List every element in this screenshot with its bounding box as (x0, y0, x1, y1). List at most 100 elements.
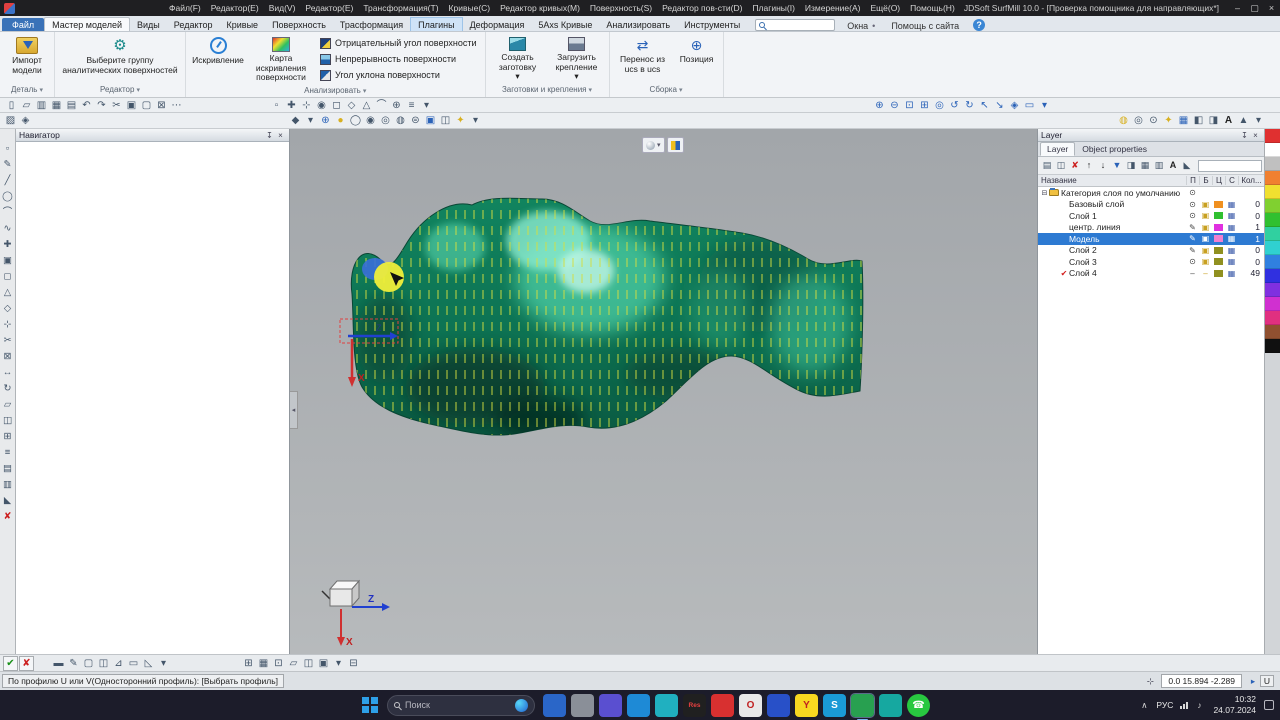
layer-toolbar-icon[interactable]: ↑ (1082, 159, 1096, 172)
layer-row[interactable]: Модель ✎ ▣ ▦ 1 (1038, 233, 1264, 245)
zoom-toolbar-icon[interactable]: ⊕ (872, 99, 887, 112)
display-toolbar-icon[interactable]: A (1221, 114, 1236, 127)
close-panel-icon[interactable]: × (275, 131, 286, 140)
visibility-icon[interactable]: ⊙ (1186, 188, 1199, 197)
group-label-assembly[interactable]: Сборка ▾ (614, 85, 719, 97)
layer-column-header[interactable]: П (1186, 176, 1199, 185)
display-toolbar-icon[interactable]: ▦ (1176, 114, 1191, 127)
render-mode-icon[interactable]: ◯ (348, 114, 363, 127)
ucs-transfer-button[interactable]: ⇄ Перенос из ucs в ucs (614, 34, 672, 85)
layer-name[interactable]: центр. линия (1069, 222, 1186, 232)
layer-row[interactable]: центр. линия ✎ ▣ ▦ 1 (1038, 222, 1264, 234)
palette-color[interactable] (1265, 227, 1280, 241)
layer-row[interactable]: Слой 3 ⊙ ▣ ▦ 0 (1038, 256, 1264, 268)
menu-item[interactable]: Редактор(E) (206, 3, 264, 13)
palette-color[interactable] (1265, 185, 1280, 199)
import-model-button[interactable]: Импорт модели (4, 34, 50, 85)
select-toolbar-icon[interactable]: ◉ (314, 99, 329, 112)
layer-name[interactable]: Слой 2 (1069, 245, 1186, 255)
ribbon-tab[interactable]: Трасформация (333, 18, 410, 31)
display-style-button[interactable]: ▾ (642, 137, 665, 153)
taskbar-search[interactable]: Поиск (387, 694, 535, 716)
windows-menu-link[interactable]: Окна (847, 21, 868, 31)
layer-color-swatch[interactable] (1214, 223, 1223, 231)
palette-color[interactable] (1265, 157, 1280, 171)
maximize-button[interactable]: ▢ (1246, 3, 1263, 14)
draw-tool-icon[interactable]: ◯ (1, 191, 14, 203)
lock-icon[interactable]: ▣ (1199, 246, 1212, 255)
layer-toolbar-icon[interactable]: ↓ (1096, 159, 1110, 172)
draw-tool-icon[interactable]: ⊠ (1, 351, 14, 363)
layer-column-header[interactable]: Название (1038, 176, 1186, 185)
file-toolbar-icon[interactable]: ▤ (64, 99, 79, 112)
layer-color-swatch[interactable] (1214, 200, 1223, 208)
line-style-icon[interactable]: ▦ (1225, 200, 1238, 209)
draw-tool-icon[interactable]: ✎ (1, 159, 14, 171)
confirm-toolbar-icon[interactable]: ✔ (3, 655, 18, 671)
taskbar-app-icon[interactable] (571, 693, 594, 717)
position-button[interactable]: ⊕ Позиция (675, 34, 719, 85)
file-toolbar-icon[interactable]: ▱ (19, 99, 34, 112)
model-3d-surface[interactable]: Z X Z X (290, 129, 1035, 652)
menu-item[interactable]: Трансформация(T) (358, 3, 443, 13)
draw-tool-icon[interactable]: ▫ (1, 143, 14, 155)
layer-toolbar-icon[interactable]: ◨ (1124, 159, 1138, 172)
line-style-icon[interactable]: ▦ (1225, 211, 1238, 220)
play-icon[interactable]: ▸ (1246, 676, 1260, 687)
uv-mode-indicator[interactable]: U (1260, 675, 1274, 687)
select-analytic-surfaces-button[interactable]: ⚙ Выберите группу аналитических поверхно… (59, 34, 181, 85)
snap-toolbar-icon[interactable]: ⊟ (346, 657, 361, 670)
select-toolbar-icon[interactable]: ≡ (404, 99, 419, 112)
site-help-link[interactable]: Помощь с сайта (891, 21, 959, 31)
draw-tool-icon[interactable]: ▱ (1, 399, 14, 411)
ribbon-tab[interactable]: Плагины (410, 17, 463, 31)
zoom-toolbar-icon[interactable]: ↺ (947, 99, 962, 112)
file-toolbar-icon[interactable]: ▯ (4, 99, 19, 112)
draw-tool-icon[interactable]: ↻ (1, 383, 14, 395)
draw-tool-icon[interactable]: ◇ (1, 303, 14, 315)
draw-tool-icon[interactable]: ╱ (1, 175, 14, 187)
taskbar-clock[interactable]: 10:32 24.07.2024 (1213, 694, 1256, 715)
ribbon-tab[interactable]: Кривые (220, 18, 266, 31)
draw-tool-icon[interactable]: ⊞ (1, 431, 14, 443)
file-toolbar-icon[interactable]: ↷ (94, 99, 109, 112)
render-mode-icon[interactable]: ● (333, 114, 348, 127)
display-toolbar-icon[interactable]: ◨ (1206, 114, 1221, 127)
file-toolbar-icon[interactable]: ▦ (49, 99, 64, 112)
render-mode-icon[interactable]: ▣ (423, 114, 438, 127)
group-label-detail[interactable]: Деталь ▾ (4, 85, 50, 97)
snap-toolbar-icon[interactable]: ▦ (256, 657, 271, 670)
palette-color[interactable] (1265, 241, 1280, 255)
layer-name[interactable]: Слой 1 (1069, 211, 1186, 221)
profile-toolbar-icon[interactable]: ◫ (96, 657, 111, 670)
menu-item[interactable]: Вид(V) (264, 3, 301, 13)
file-toolbar-icon[interactable]: ▢ (139, 99, 154, 112)
layer-toolbar-icon[interactable]: ▼ (1110, 159, 1124, 172)
ribbon-tab[interactable]: Виды (130, 18, 167, 31)
language-indicator[interactable]: РУС (1156, 700, 1173, 710)
render-mode-icon[interactable]: ◫ (438, 114, 453, 127)
layer-row[interactable]: Базовый слой ⊙ ▣ ▦ 0 (1038, 199, 1264, 211)
zoom-toolbar-icon[interactable]: ◎ (932, 99, 947, 112)
select-toolbar-icon[interactable]: ✚ (284, 99, 299, 112)
layer-color-swatch[interactable] (1214, 235, 1223, 243)
visibility-icon[interactable]: – (1186, 269, 1199, 278)
zoom-toolbar-icon[interactable]: ↖ (977, 99, 992, 112)
taskbar-app-icon[interactable] (879, 693, 902, 717)
file-toolbar-icon[interactable]: ⋯ (169, 99, 184, 112)
confirm-toolbar-icon[interactable]: ✘ (19, 655, 34, 671)
zoom-toolbar-icon[interactable]: ▾ (1037, 99, 1052, 112)
file-toolbar-icon[interactable]: ↶ (79, 99, 94, 112)
layer-name[interactable]: Базовый слой (1069, 199, 1186, 209)
ribbon-search[interactable] (755, 19, 836, 31)
visibility-icon[interactable]: ⊙ (1186, 200, 1199, 209)
layer-panel-tab[interactable]: Object properties (1075, 142, 1154, 156)
snap-toolbar-icon[interactable]: ▱ (286, 657, 301, 670)
taskbar-app-icon[interactable]: S (823, 693, 846, 717)
ribbon-search-input[interactable] (768, 20, 829, 30)
layer-panel-tab[interactable]: Layer (1040, 142, 1076, 156)
lock-icon[interactable]: ▣ (1199, 234, 1212, 243)
lock-icon[interactable]: – (1199, 269, 1212, 278)
menu-item[interactable]: Плагины(I) (747, 3, 799, 13)
ribbon-tab[interactable]: Деформация (463, 18, 532, 31)
